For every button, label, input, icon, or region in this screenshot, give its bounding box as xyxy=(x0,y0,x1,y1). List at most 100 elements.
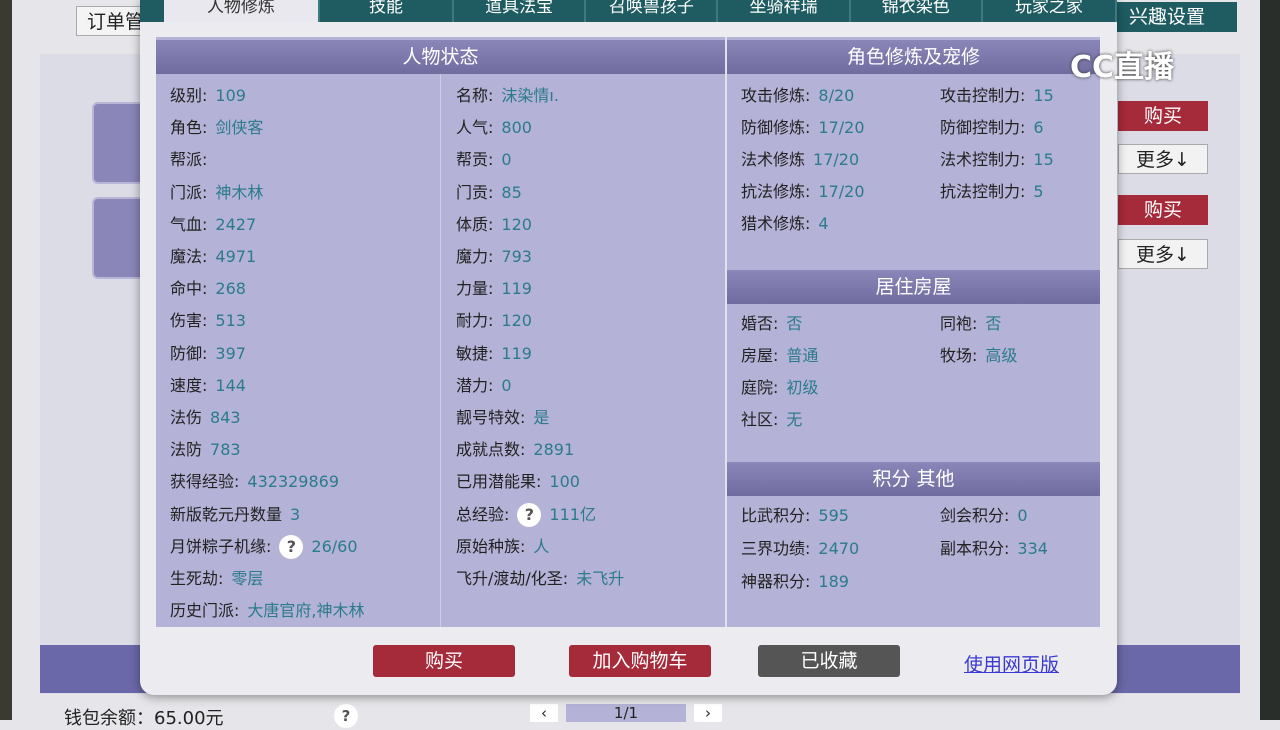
status-field: 级别: 109 xyxy=(170,80,246,112)
collected-button[interactable]: 已收藏 xyxy=(758,645,900,677)
avatar[interactable] xyxy=(92,197,146,279)
cultivation-field: 法术控制力: 15 xyxy=(940,144,1054,176)
field-value: 零层 xyxy=(231,569,264,588)
house-field: 庭院: 初级 xyxy=(741,372,818,404)
help-icon[interactable]: ? xyxy=(279,535,304,560)
tab-5[interactable]: 锦衣染色 xyxy=(851,0,983,22)
avatar[interactable] xyxy=(92,102,146,184)
cc-live-watermark: CC直播 xyxy=(1070,50,1175,85)
pagination: ‹ 1/1 › xyxy=(530,704,722,722)
buy-button[interactable]: 购买 xyxy=(1118,101,1208,131)
status-field: 命中: 268 xyxy=(170,273,246,305)
field-label: 婚否: xyxy=(741,314,779,333)
prev-page-button[interactable]: ‹ xyxy=(530,704,558,722)
buy-button[interactable]: 购买 xyxy=(373,645,515,677)
field-value: 人 xyxy=(533,536,550,556)
status-field: 法伤 843 xyxy=(170,402,241,434)
field-value: 120 xyxy=(501,311,532,331)
field-label: 门贡: xyxy=(456,182,494,202)
tab-3[interactable]: 召唤兽孩子 xyxy=(586,0,719,22)
field-value: 3 xyxy=(290,504,301,524)
field-value: 2470 xyxy=(818,539,860,558)
points-header: 积分 其他 xyxy=(727,462,1100,496)
wallet-balance: 钱包余额：65.00元 xyxy=(64,708,224,729)
next-page-button[interactable]: › xyxy=(694,704,722,722)
help-icon[interactable]: ? xyxy=(326,704,358,728)
points-field: 神器积分: 189 xyxy=(741,566,849,598)
field-label: 攻击控制力: xyxy=(940,86,1026,105)
field-label: 抗法控制力: xyxy=(940,182,1026,201)
right-edge xyxy=(1260,0,1280,720)
field-label: 帮贡: xyxy=(456,150,494,170)
field-label: 耐力: xyxy=(456,311,494,331)
field-value: 剑侠客 xyxy=(215,118,264,138)
status-field: 速度: 144 xyxy=(170,370,246,402)
more-button[interactable]: 更多↓ xyxy=(1118,144,1208,174)
field-value: 高级 xyxy=(985,346,1018,365)
field-label: 防御: xyxy=(170,343,208,363)
field-value: 397 xyxy=(215,343,246,363)
buy-button[interactable]: 购买 xyxy=(1118,195,1208,225)
tab-6[interactable]: 玩家之家 xyxy=(983,0,1118,22)
field-value: 783 xyxy=(210,440,241,460)
field-label: 社区: xyxy=(741,410,779,429)
field-label: 神器积分: xyxy=(741,572,811,591)
tab-2[interactable]: 道具法宝 xyxy=(454,0,587,22)
status-field: 潜力: 0 xyxy=(456,370,512,402)
field-label: 副本积分: xyxy=(940,539,1010,558)
house-field: 房屋: 普通 xyxy=(741,340,818,372)
field-label: 法伤 xyxy=(170,408,203,427)
field-value: 是 xyxy=(533,408,550,427)
field-value: 595 xyxy=(818,506,849,525)
field-value: 8/20 xyxy=(818,86,855,105)
field-label: 角色: xyxy=(170,118,208,138)
field-label: 法术修炼 xyxy=(741,150,806,169)
field-value: 144 xyxy=(215,375,246,395)
field-label: 已用潜能果: xyxy=(456,472,542,492)
field-label: 靓号特效: xyxy=(456,408,526,427)
field-label: 房屋: xyxy=(741,346,779,365)
field-label: 月饼粽子机缘: xyxy=(170,536,272,556)
cultivation-field: 法术修炼 17/20 xyxy=(741,144,859,176)
status-field: 成就点数: 2891 xyxy=(456,434,574,466)
status-field: 已用潜能果: 100 xyxy=(456,466,580,498)
field-label: 法术控制力: xyxy=(940,150,1026,169)
status-field: 防御: 397 xyxy=(170,338,246,370)
field-value: 17/20 xyxy=(813,150,860,169)
field-label: 敏捷: xyxy=(456,343,494,363)
field-value: 432329869 xyxy=(247,472,340,492)
field-value: 6 xyxy=(1033,118,1044,137)
field-value: 109 xyxy=(215,86,246,105)
web-version-link[interactable]: 使用网页版 xyxy=(964,650,1059,677)
field-value: 334 xyxy=(1017,539,1048,558)
tab-1[interactable]: 技能 xyxy=(320,0,455,22)
status-field: 魔法: 4971 xyxy=(170,241,256,273)
cultivation-field: 抗法修炼: 17/20 xyxy=(741,176,865,208)
field-label: 新版乾元丹数量 xyxy=(170,504,283,524)
field-value: 800 xyxy=(501,118,532,138)
field-value: 120 xyxy=(501,214,532,234)
field-label: 获得经验: xyxy=(170,472,240,492)
cultivation-header: 角色修炼及宠修 xyxy=(727,40,1100,74)
house-field: 牧场: 高级 xyxy=(940,340,1017,372)
status-field: 门贡: 85 xyxy=(456,177,522,209)
field-value: 793 xyxy=(501,247,532,266)
status-field: 敏捷: 119 xyxy=(456,338,532,370)
status-field: 伤害: 513 xyxy=(170,305,246,337)
field-value: 普通 xyxy=(786,346,819,365)
tab-0[interactable]: 人物修炼 xyxy=(164,0,320,22)
field-value: 4971 xyxy=(215,247,257,266)
more-button[interactable]: 更多↓ xyxy=(1118,239,1208,269)
field-label: 力量: xyxy=(456,279,494,299)
help-icon[interactable]: ? xyxy=(517,503,542,528)
interest-settings-button[interactable]: 兴趣设置 xyxy=(1117,2,1237,32)
points-field: 剑会积分: 0 xyxy=(940,500,1028,532)
status-field: 帮派: xyxy=(170,144,215,176)
divider xyxy=(725,37,727,627)
status-field: 气血: 2427 xyxy=(170,209,256,241)
field-label: 命中: xyxy=(170,279,208,299)
tab-4[interactable]: 坐骑祥瑞 xyxy=(718,0,851,22)
add-to-cart-button[interactable]: 加入购物车 xyxy=(569,645,711,677)
status-field: 靓号特效: 是 xyxy=(456,402,549,434)
field-label: 猎术修炼: xyxy=(741,214,811,233)
